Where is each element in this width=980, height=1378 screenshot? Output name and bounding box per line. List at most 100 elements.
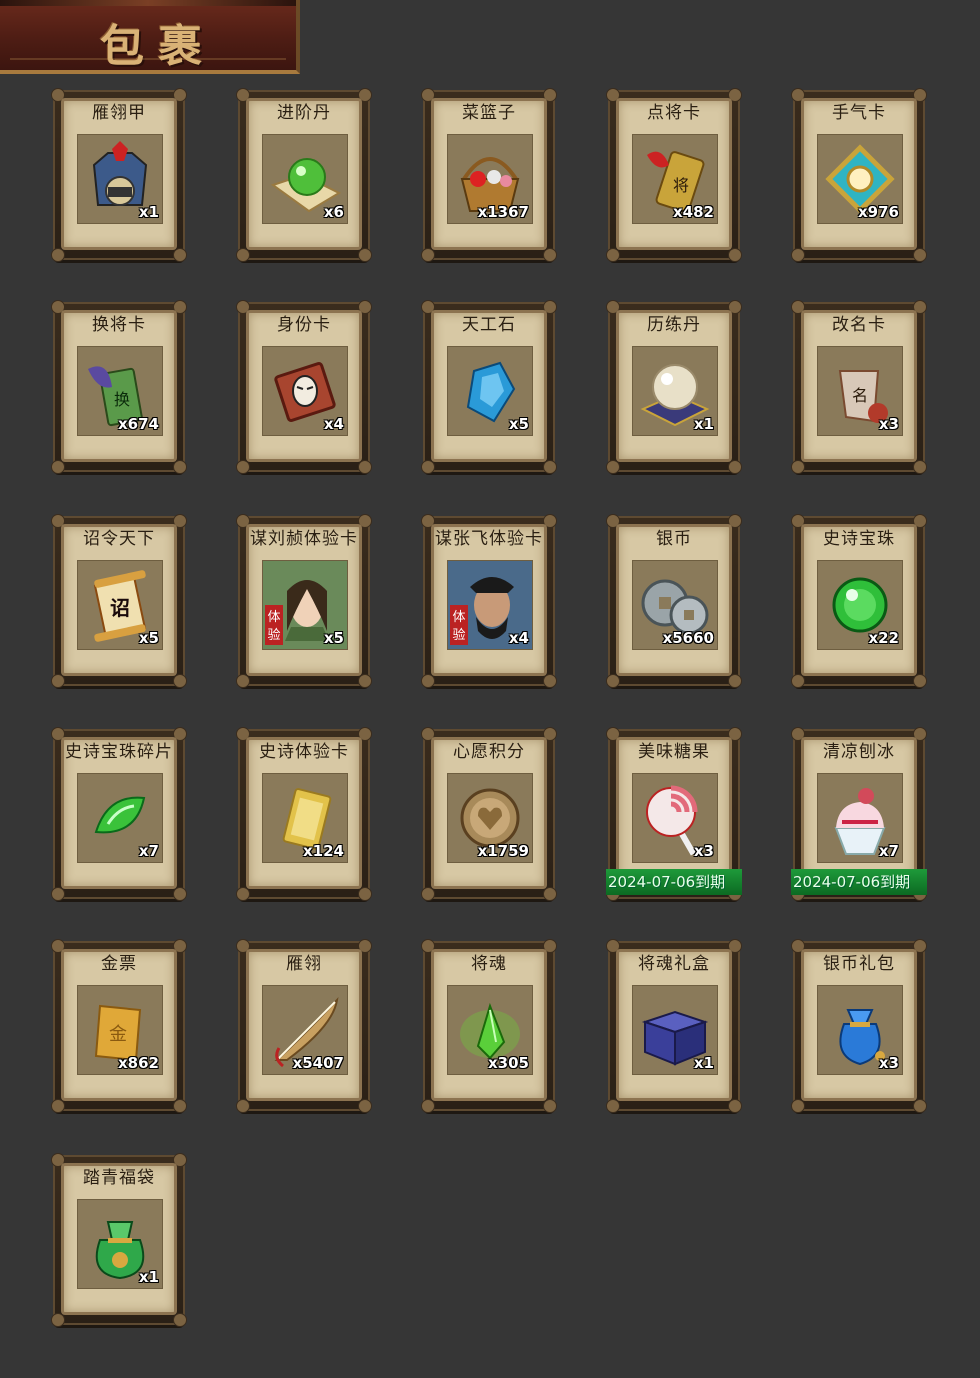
general-card-icon: 将 x482 [632,134,718,224]
inventory-item-card[interactable]: 身份卡 x4 [236,300,372,474]
item-name: 美味糖果 [638,742,710,762]
item-name: 历练丹 [647,315,701,335]
item-name: 天工石 [462,315,516,335]
inventory-item-card[interactable]: 清凉刨冰 x7 2024-07-06到期 [791,727,927,901]
item-name: 心愿积分 [453,742,525,762]
swap-card-icon: 换 x674 [77,346,163,436]
card-corner-ornament [173,887,187,901]
card-corner-ornament [358,887,372,901]
card-corner-ornament [543,460,557,474]
green-orb-icon: x22 [817,560,903,650]
card-corner-ornament [791,248,805,262]
svg-text:将: 将 [673,176,689,195]
item-name: 清凉刨冰 [823,742,895,762]
svg-text:诏: 诏 [110,596,130,620]
card-corner-ornament [173,674,187,688]
card-corner-ornament [791,460,805,474]
card-corner-ornament [728,460,742,474]
item-count: x5 [323,629,344,647]
inventory-item-card[interactable]: 改名卡名 x3 [791,300,927,474]
inventory-item-card[interactable]: 换将卡换 x674 [51,300,187,474]
item-count: x3 [878,415,899,433]
inventory-item-card[interactable]: 菜篮子 x1367 [421,88,557,262]
item-expiry-badge: 2024-07-06到期 [606,869,742,895]
green-shard-icon: x7 [77,773,163,863]
inventory-item-card[interactable]: 踏青福袋 x1 [51,1153,187,1327]
svg-text:验: 验 [267,627,280,643]
item-name: 谋张飞体验卡 [435,529,543,549]
card-corner-ornament [728,1099,742,1113]
card-corner-ornament [543,674,557,688]
item-name: 银币 [656,529,692,549]
inventory-item-card[interactable]: 美味糖果 x3 2024-07-06到期 [606,727,742,901]
inventory-item-card[interactable]: 历练丹 x1 [606,300,742,474]
card-corner-ornament [543,1099,557,1113]
item-count: x1367 [477,203,529,221]
card-corner-ornament [173,460,187,474]
card-corner-ornament [913,460,927,474]
card-corner-ornament [236,674,250,688]
inventory-item-card[interactable]: 雁翎 x5407 [236,939,372,1113]
svg-text:体: 体 [267,610,280,625]
inventory-item-card[interactable]: 史诗宝珠 x22 [791,514,927,688]
feather-icon: x5407 [262,985,348,1075]
item-name: 进阶丹 [277,103,331,123]
inventory-item-card[interactable]: 诏令天下诏 x5 [51,514,187,688]
silver-coin-icon: x5660 [632,560,718,650]
item-name: 将魂礼盒 [638,954,710,974]
inventory-item-card[interactable]: 将魂礼盒 x1 [606,939,742,1113]
card-corner-ornament [358,674,372,688]
item-name: 银币礼包 [823,954,895,974]
card-corner-ornament [543,887,557,901]
inventory-item-card[interactable]: 雁翎甲 x1 [51,88,187,262]
card-corner-ornament [51,1099,65,1113]
item-name: 雁翎甲 [92,103,146,123]
svg-text:换: 换 [114,390,130,409]
inventory-item-card[interactable]: 史诗宝珠碎片 x7 [51,727,187,901]
card-corner-ornament [913,248,927,262]
item-name: 将魂 [471,954,507,974]
card-corner-ornament [51,674,65,688]
card-corner-ornament [728,248,742,262]
identity-card-icon: x4 [262,346,348,436]
inventory-item-card[interactable]: 将魂 x305 [421,939,557,1113]
card-corner-ornament [606,1099,620,1113]
inventory-item-card[interactable]: 天工石 x5 [421,300,557,474]
rename-card-icon: 名 x3 [817,346,903,436]
item-name: 踏青福袋 [83,1168,155,1188]
inventory-item-card[interactable]: 点将卡将 x482 [606,88,742,262]
heart-coin-icon: x1759 [447,773,533,863]
inventory-item-card[interactable]: 金票金 x862 [51,939,187,1113]
card-corner-ornament [606,248,620,262]
svg-text:金: 金 [109,1024,127,1045]
card-corner-ornament [358,460,372,474]
item-count: x3 [878,1054,899,1072]
inventory-item-card[interactable]: 手气卡 x976 [791,88,927,262]
item-name: 史诗体验卡 [259,742,349,762]
item-count: x1 [693,1054,714,1072]
item-count: x5 [508,415,529,433]
card-corner-ornament [358,248,372,262]
item-count: x674 [118,415,159,433]
item-name: 史诗宝珠 [823,529,895,549]
inventory-item-card[interactable]: 心愿积分 x1759 [421,727,557,901]
armor-icon: x1 [77,134,163,224]
inventory-item-card[interactable]: 谋刘赪体验卡体验 x5 [236,514,372,688]
svg-text:验: 验 [452,627,465,643]
inventory-item-card[interactable]: 银币礼包 x3 [791,939,927,1113]
item-count: x22 [868,629,899,647]
card-corner-ornament [173,1099,187,1113]
inventory-item-card[interactable]: 谋张飞体验卡体验 x4 [421,514,557,688]
inventory-item-card[interactable]: 进阶丹 x6 [236,88,372,262]
card-corner-ornament [791,674,805,688]
lucky-bag-icon: x1 [77,1199,163,1289]
card-corner-ornament [913,1099,927,1113]
card-corner-ornament [421,1099,435,1113]
item-count: x862 [118,1054,159,1072]
hero-portrait-male-icon: 体验 x4 [447,560,533,650]
card-corner-ornament [421,887,435,901]
inventory-item-card[interactable]: 银币 x5660 [606,514,742,688]
green-pill-icon: x6 [262,134,348,224]
inventory-item-card[interactable]: 史诗体验卡 x124 [236,727,372,901]
card-corner-ornament [358,1099,372,1113]
